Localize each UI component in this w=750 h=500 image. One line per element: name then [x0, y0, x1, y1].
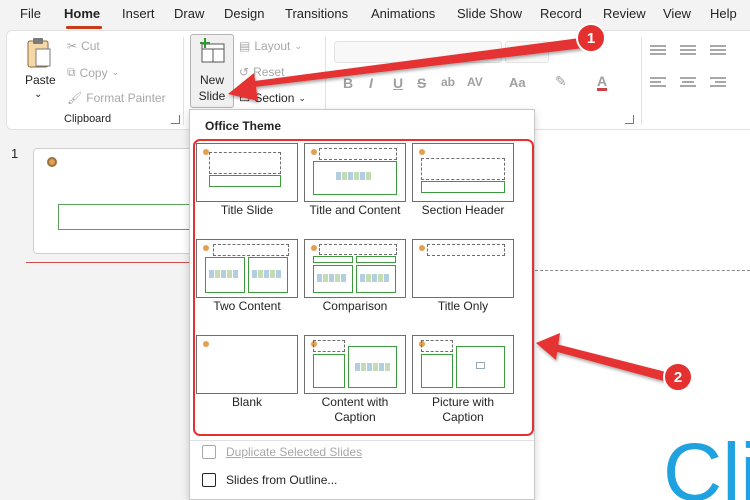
font-size-combobox[interactable]: [505, 41, 549, 63]
tab-design[interactable]: Design: [224, 6, 264, 21]
tab-home[interactable]: Home: [64, 6, 100, 21]
layout-label: Layout: [254, 39, 291, 53]
copy-button[interactable]: ⧉ Copy ⌄: [67, 65, 119, 80]
duplicate-label: Duplicate Selected Slides: [226, 445, 363, 459]
align-right-icon[interactable]: [710, 77, 726, 89]
copy-label: Copy: [79, 65, 108, 80]
outline-label: Slides from Outline...: [226, 473, 338, 487]
duplicate-selected-slides-item[interactable]: Duplicate Selected Slides: [202, 445, 362, 459]
bold-icon[interactable]: B: [343, 75, 353, 91]
strikethrough-icon[interactable]: S: [417, 75, 426, 91]
text-shadow-icon[interactable]: ab: [441, 75, 455, 89]
ribbon-tabs: File Home Insert Draw Design Transitions…: [0, 0, 750, 30]
italic-icon[interactable]: I: [369, 75, 373, 91]
new-slide-label-line1: New: [199, 73, 224, 87]
slide-thumbnail-icon: [47, 157, 57, 167]
tab-transitions[interactable]: Transitions: [285, 6, 348, 21]
change-case-icon[interactable]: Aa: [509, 75, 526, 90]
chevron-down-icon: ⌄: [34, 89, 43, 100]
slide-thumbnail[interactable]: [33, 148, 194, 254]
tab-slide-show[interactable]: Slide Show: [457, 6, 522, 21]
format-painter-label: Format Painter: [86, 91, 166, 105]
font-name-combobox[interactable]: [334, 41, 502, 63]
highlighter-icon[interactable]: ✎: [555, 73, 567, 90]
tab-help[interactable]: Help: [710, 6, 737, 21]
layout-button[interactable]: ▤ Layout ⌄: [239, 39, 302, 53]
chevron-down-icon: ⌄: [111, 67, 120, 77]
new-slide-icon: [200, 38, 225, 63]
thumbnail-placeholder: [58, 204, 194, 230]
duplicate-icon: [202, 445, 216, 459]
cut-label: Cut: [81, 39, 100, 53]
underline-icon[interactable]: U: [393, 75, 403, 91]
ribbon-separator: [641, 37, 642, 125]
dialog-launcher-icon[interactable]: [171, 115, 180, 124]
tab-draw[interactable]: Draw: [174, 6, 204, 21]
tab-insert[interactable]: Insert: [122, 6, 155, 21]
tab-animations[interactable]: Animations: [371, 6, 435, 21]
chevron-down-icon: ⌄: [294, 40, 302, 51]
section-label: Section: [254, 91, 295, 105]
character-spacing-icon[interactable]: AV: [467, 75, 483, 89]
slides-from-outline-item[interactable]: Slides from Outline...: [202, 473, 337, 487]
tab-view[interactable]: View: [663, 6, 691, 21]
reset-label: Reset: [253, 65, 285, 79]
cut-button[interactable]: ✂ Cut: [67, 39, 100, 53]
layouts-highlight-box: [193, 139, 534, 436]
canvas-placeholder-border: [535, 270, 750, 271]
copy-icon: ⧉: [67, 65, 76, 79]
slide-title-text: Cli: [663, 427, 750, 500]
section-icon: ▭: [239, 91, 251, 105]
format-painter-button[interactable]: 🖌 Format Painter: [67, 91, 166, 105]
paste-button[interactable]: Paste ⌄: [19, 37, 59, 107]
clipboard-icon: [27, 38, 51, 68]
new-slide-button[interactable]: New Slide: [190, 34, 234, 108]
tab-record[interactable]: Record: [540, 6, 582, 21]
bullets-icon[interactable]: [650, 45, 666, 57]
slide-number: 1: [11, 146, 19, 161]
outline-icon: [202, 473, 216, 487]
tab-file[interactable]: File: [20, 6, 41, 21]
clipboard-group-label: Clipboard: [64, 113, 112, 125]
active-tab-indicator: [66, 26, 102, 29]
reset-button[interactable]: ↺ Reset: [239, 65, 284, 79]
align-left-icon[interactable]: [650, 77, 666, 89]
paintbrush-icon: 🖌: [67, 91, 83, 105]
dropdown-header: Office Theme: [205, 119, 282, 133]
new-slide-label-line2: Slide: [198, 89, 226, 103]
section-button[interactable]: ▭ Section ⌄: [239, 91, 306, 105]
align-center-icon[interactable]: [680, 77, 696, 89]
tab-review[interactable]: Review: [603, 6, 646, 21]
chevron-down-icon: ⌄: [298, 92, 306, 103]
numbering-icon[interactable]: [680, 45, 696, 57]
ribbon-separator: [183, 37, 184, 125]
decrease-indent-icon[interactable]: [710, 45, 726, 57]
new-slide-dropdown: Office Theme Title Slide Title and Conte…: [189, 109, 535, 500]
reset-icon: ↺: [239, 65, 250, 79]
slide-insertion-marker: [26, 262, 196, 263]
font-color-icon[interactable]: A: [597, 74, 608, 91]
paste-label: Paste: [25, 73, 56, 87]
dialog-launcher-icon[interactable]: [625, 115, 634, 124]
dropdown-separator: [190, 440, 534, 441]
scissors-icon: ✂: [67, 39, 78, 53]
layout-icon: ▤: [239, 39, 251, 53]
